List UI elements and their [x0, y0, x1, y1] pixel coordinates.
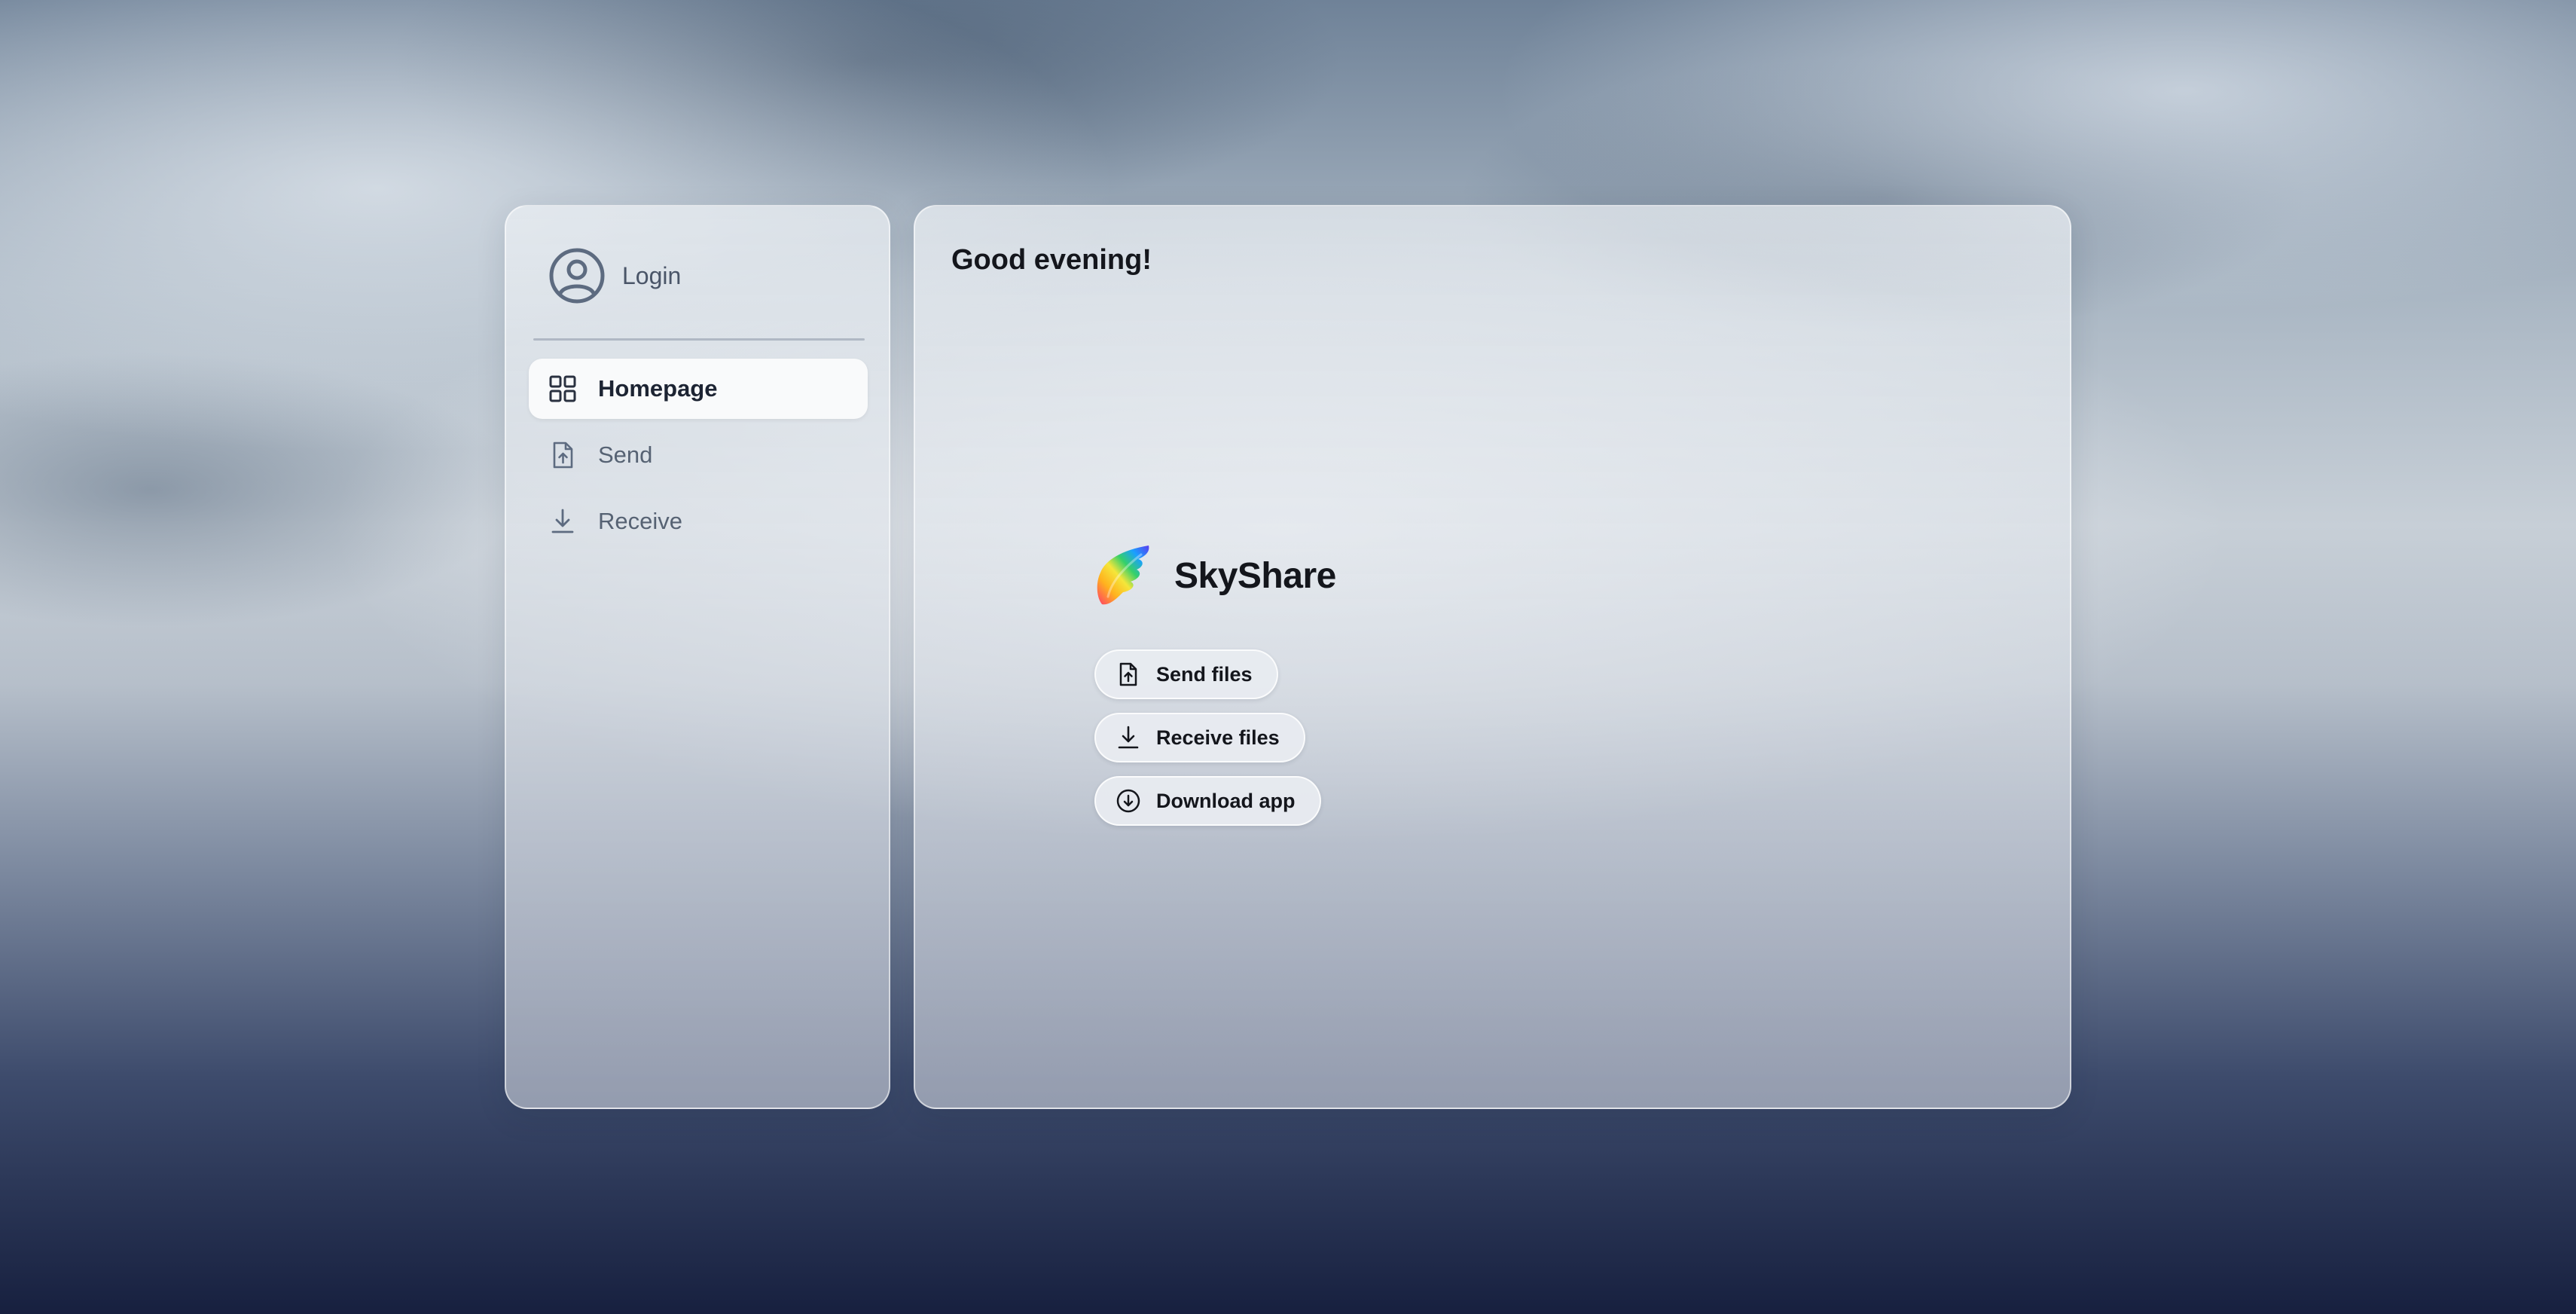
brand-name: SkyShare: [1174, 555, 1336, 596]
download-app-button[interactable]: Download app: [1094, 776, 1321, 826]
brand: SkyShare: [1094, 544, 1336, 607]
sidebar-item-label: Send: [598, 442, 653, 468]
receive-files-label: Receive files: [1156, 726, 1280, 749]
sidebar-item-label: Receive: [598, 508, 682, 534]
send-files-label: Send files: [1156, 662, 1253, 686]
sidebar-item-send[interactable]: Send: [529, 425, 868, 485]
sidebar-nav: Homepage Send Receive: [529, 359, 868, 558]
circle-download-icon: [1116, 789, 1140, 813]
login-label: Login: [622, 261, 682, 289]
greeting-title: Good evening!: [951, 244, 1152, 276]
skyshare-logo-icon: [1097, 545, 1149, 605]
action-list: Send files Receive files Download app: [1094, 649, 1321, 839]
login-button[interactable]: Login: [548, 247, 681, 304]
file-upload-icon: [1119, 662, 1137, 686]
sidebar-panel: Login Homepage Send Receive: [505, 205, 890, 1109]
sidebar-divider: [533, 338, 865, 341]
sidebar-item-label: Homepage: [598, 375, 718, 402]
send-files-button[interactable]: Send files: [1094, 649, 1278, 699]
download-icon: [1118, 726, 1139, 749]
download-icon: [551, 509, 574, 533]
sidebar-item-homepage[interactable]: Homepage: [529, 359, 868, 419]
download-app-label: Download app: [1156, 789, 1296, 812]
user-avatar-icon: [549, 248, 605, 304]
main-panel: Good evening! SkyShare Send files Receiv…: [914, 205, 2071, 1109]
grid-icon: [549, 375, 576, 402]
receive-files-button[interactable]: Receive files: [1094, 713, 1305, 762]
file-upload-icon: [553, 442, 573, 469]
sidebar-item-receive[interactable]: Receive: [529, 491, 868, 552]
